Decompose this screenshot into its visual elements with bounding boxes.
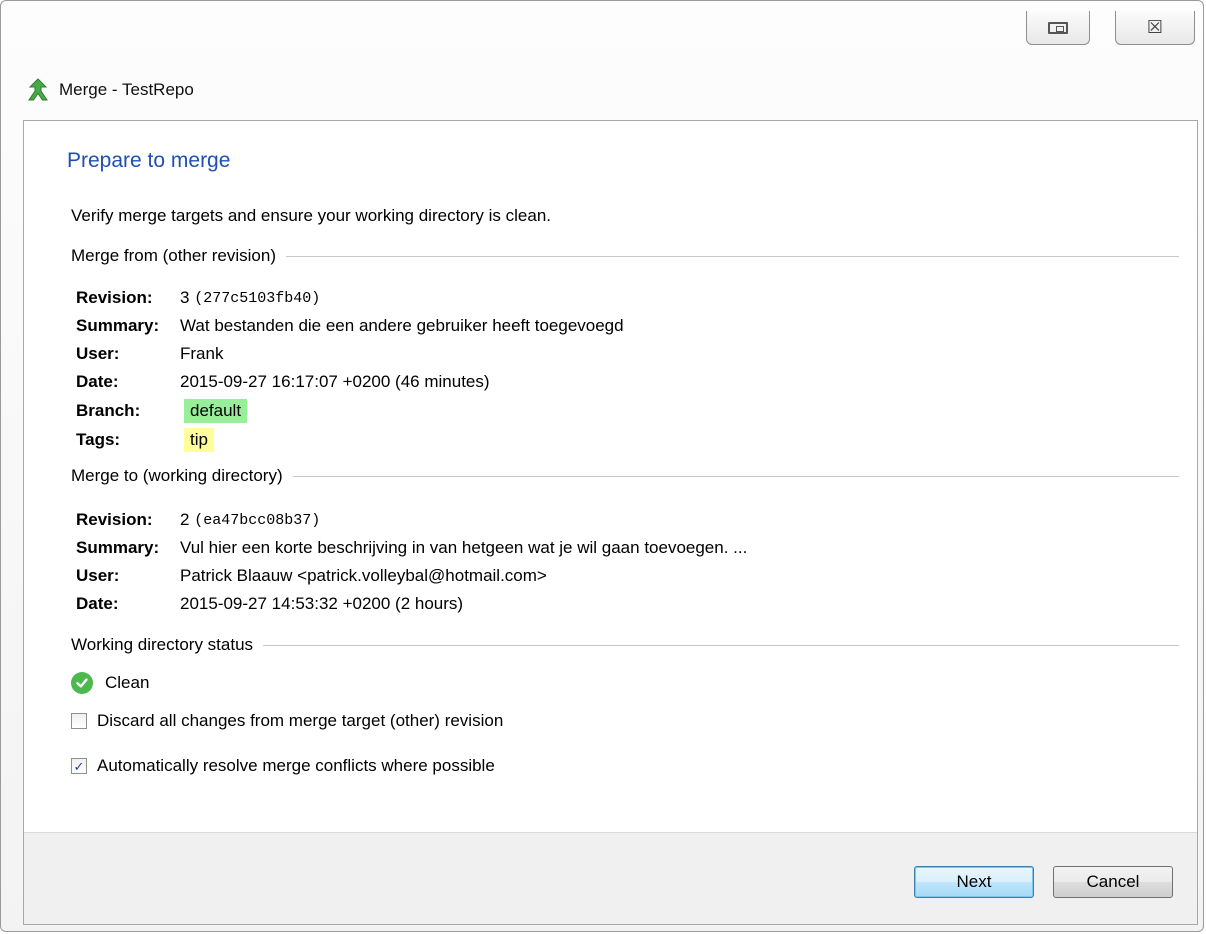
autoresolve-label[interactable]: Automatically resolve merge conflicts wh… <box>97 756 495 776</box>
button-bar: Next Cancel <box>24 832 1197 924</box>
revision-hash: (277c5103fb40) <box>194 289 321 307</box>
wizard-page: Prepare to merge Verify merge targets an… <box>23 120 1198 925</box>
merge-to-summary-row: Summary: Vul hier een korte beschrijving… <box>76 535 1076 561</box>
merge-from-tags-row: Tags: tip <box>76 427 1076 453</box>
date-value: 2015-09-27 16:17:07 +0200 (46 minutes) <box>180 372 490 391</box>
branch-badge: default <box>184 399 248 423</box>
tag-badge: tip <box>184 428 214 452</box>
close-button[interactable]: ☒ <box>1115 11 1195 45</box>
merge-from-group: Merge from (other revision) <box>71 246 1179 266</box>
user-label: User: <box>76 566 120 585</box>
merge-to-user-row: User: Patrick Blaauw <patrick.volleybal@… <box>76 563 1076 589</box>
close-icon: ☒ <box>1146 17 1164 37</box>
user-label: User: <box>76 344 120 363</box>
merge-from-branch-row: Branch: default <box>76 398 1076 424</box>
working-directory-title: Working directory status <box>71 635 254 654</box>
divider <box>263 644 1179 646</box>
discard-changes-label[interactable]: Discard all changes from merge target (o… <box>97 711 503 731</box>
window-title: Merge - TestRepo <box>59 80 194 99</box>
discard-changes-checkbox[interactable] <box>71 713 87 729</box>
status-row: Clean <box>71 672 149 694</box>
user-value: Patrick Blaauw <patrick.volleybal@hotmai… <box>180 566 547 585</box>
merge-dialog-window: ☒ Merge - TestRepo Prepare to merge Veri… <box>0 0 1204 932</box>
merge-to-title: Merge to (working directory) <box>71 466 283 485</box>
revision-number: 2 <box>180 510 190 529</box>
merge-to-date-row: Date: 2015-09-27 14:53:32 +0200 (2 hours… <box>76 591 1076 617</box>
date-label: Date: <box>76 594 119 613</box>
working-directory-group: Working directory status <box>71 635 1179 655</box>
page-title: Prepare to merge <box>67 149 231 172</box>
next-button[interactable]: Next <box>914 866 1034 898</box>
merge-to-revision-row: Revision: 2 (ea47bcc08b37) <box>76 507 1076 533</box>
autoresolve-option[interactable]: ✓ Automatically resolve merge conflicts … <box>71 756 495 776</box>
revision-label: Revision: <box>76 510 153 529</box>
restore-icon <box>1048 21 1068 34</box>
merge-from-date-row: Date: 2015-09-27 16:17:07 +0200 (46 minu… <box>76 369 1076 395</box>
merge-arrow-icon <box>28 78 48 101</box>
merge-to-group: Merge to (working directory) <box>71 466 1179 486</box>
user-value: Frank <box>180 344 224 363</box>
check-circle-icon <box>71 672 93 694</box>
cancel-button[interactable]: Cancel <box>1053 866 1173 898</box>
autoresolve-checkbox[interactable]: ✓ <box>71 758 87 774</box>
divider <box>286 255 1179 257</box>
revision-number: 3 <box>180 288 190 307</box>
date-value: 2015-09-27 14:53:32 +0200 (2 hours) <box>180 594 464 613</box>
branch-label: Branch: <box>76 401 141 420</box>
merge-from-summary-row: Summary: Wat bestanden die een andere ge… <box>76 313 1076 339</box>
title-bar: Merge - TestRepo <box>27 75 194 105</box>
date-label: Date: <box>76 372 119 391</box>
summary-label: Summary: <box>76 316 160 335</box>
summary-value: Vul hier een korte beschrijving in van h… <box>180 538 748 557</box>
page-subtitle: Verify merge targets and ensure your wor… <box>71 206 552 225</box>
merge-from-revision-row: Revision: 3 (277c5103fb40) <box>76 285 1076 311</box>
restore-button[interactable] <box>1026 11 1090 45</box>
checkmark-icon: ✓ <box>73 758 85 774</box>
tags-label: Tags: <box>76 430 121 449</box>
revision-hash: (ea47bcc08b37) <box>194 511 321 529</box>
status-value: Clean <box>105 673 150 692</box>
summary-value: Wat bestanden die een andere gebruiker h… <box>180 316 624 335</box>
merge-from-user-row: User: Frank <box>76 341 1076 367</box>
revision-label: Revision: <box>76 288 153 307</box>
divider <box>292 475 1179 477</box>
merge-from-title: Merge from (other revision) <box>71 246 277 265</box>
discard-changes-option[interactable]: Discard all changes from merge target (o… <box>71 711 503 731</box>
summary-label: Summary: <box>76 538 160 557</box>
